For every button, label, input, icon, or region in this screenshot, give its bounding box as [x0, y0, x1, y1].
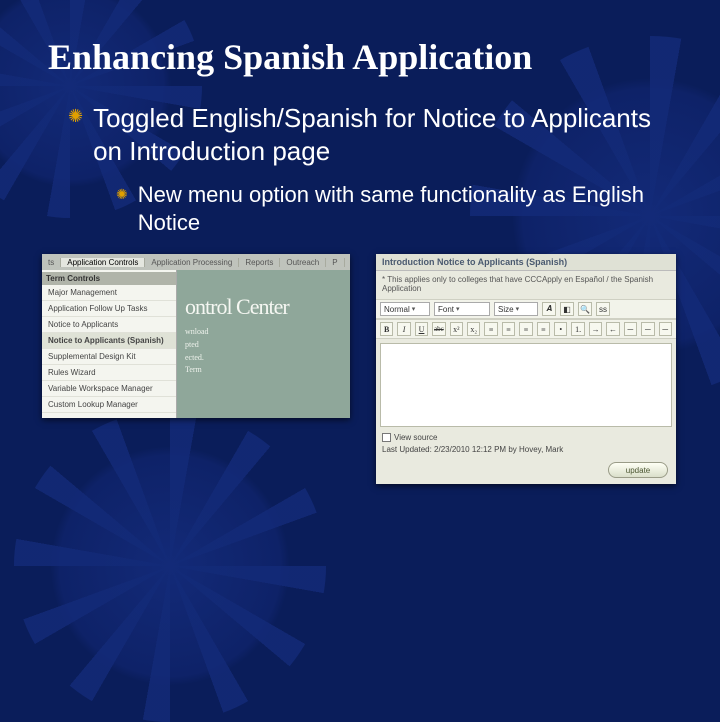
tab-item[interactable]: P: [326, 258, 344, 267]
hr-icon[interactable]: ─: [624, 322, 637, 336]
italic-icon[interactable]: I: [397, 322, 410, 336]
sidebar-item[interactable]: Custom Lookup Manager: [42, 397, 176, 413]
sidebar-item[interactable]: Variable Workspace Manager: [42, 381, 176, 397]
number-list-icon[interactable]: 1.: [571, 322, 584, 336]
preview-heading: ontrol Center: [185, 294, 342, 320]
view-source-label: View source: [394, 433, 437, 442]
bullet-icon: ✺: [116, 181, 128, 236]
bold-icon[interactable]: B: [380, 322, 393, 336]
style-select[interactable]: Normal▾: [380, 302, 430, 316]
screenshot-rich-text-editor: Introduction Notice to Applicants (Spani…: [376, 254, 676, 484]
sidebar-item[interactable]: Rules Wizard: [42, 365, 176, 381]
sidebar-item[interactable]: Notice to Applicants: [42, 317, 176, 333]
update-button[interactable]: update: [608, 462, 668, 478]
tab-item[interactable]: Reports: [239, 258, 280, 267]
view-source-checkbox[interactable]: View source: [382, 433, 670, 442]
bullet-level1-text: Toggled English/Spanish for Notice to Ap…: [93, 102, 668, 167]
preview-line: pted: [185, 339, 342, 352]
align-left-icon[interactable]: ≡: [484, 322, 497, 336]
sidebar-item[interactable]: Major Management: [42, 285, 176, 301]
editor-toolbar-row2: B I U abc x² x₂ ≡ ≡ ≡ ≡ • 1. → ← ─ ─ ─: [376, 319, 676, 339]
tab-item[interactable]: Outreach: [280, 258, 326, 267]
toolbar-icon[interactable]: 🔍: [578, 302, 592, 316]
sidebar-item[interactable]: Application Follow Up Tasks: [42, 301, 176, 317]
bullet-list-icon[interactable]: •: [554, 322, 567, 336]
bullet-icon: ✺: [68, 102, 83, 167]
font-select[interactable]: Font▾: [434, 302, 490, 316]
preview-line: Term: [185, 364, 342, 377]
sidebar-menu: Term Controls Major Management Applicati…: [42, 270, 177, 418]
checkbox-icon: [382, 433, 391, 442]
editor-subtitle: * This applies only to colleges that hav…: [376, 271, 676, 299]
editor-textarea[interactable]: [380, 343, 672, 427]
subscript-icon[interactable]: x₂: [467, 322, 480, 336]
sidebar-section-header: Term Controls: [42, 272, 176, 285]
underline-icon[interactable]: U: [415, 322, 428, 336]
sidebar-item-notice-spanish[interactable]: Notice to Applicants (Spanish): [42, 333, 176, 349]
toolbar-icon[interactable]: ◧: [560, 302, 574, 316]
tab-item[interactable]: Application Controls: [61, 258, 145, 267]
align-right-icon[interactable]: ≡: [519, 322, 532, 336]
preview-line: ected.: [185, 352, 342, 365]
bullet-level2-text: New menu option with same functionality …: [138, 181, 656, 236]
slide-title: Enhancing Spanish Application: [48, 36, 720, 78]
strike-icon[interactable]: abc: [432, 322, 445, 336]
toolbar-icon[interactable]: ss: [596, 302, 610, 316]
sidebar-item[interactable]: Supplemental Design Kit: [42, 349, 176, 365]
editor-toolbar-row1: Normal▾ Font▾ Size▾ 𝑨 ◧ 🔍 ss: [376, 299, 676, 319]
menu-tab-strip: ts Application Controls Application Proc…: [42, 254, 350, 270]
toolbar-icon[interactable]: ─: [659, 322, 672, 336]
screenshot-menu-panel: ts Application Controls Application Proc…: [42, 254, 350, 418]
outdent-icon[interactable]: ←: [606, 322, 619, 336]
editor-title: Introduction Notice to Applicants (Spani…: [376, 254, 676, 271]
tab-item[interactable]: Application Processing: [145, 258, 239, 267]
size-select[interactable]: Size▾: [494, 302, 538, 316]
indent-icon[interactable]: →: [589, 322, 602, 336]
superscript-icon[interactable]: x²: [450, 322, 463, 336]
toolbar-icon[interactable]: 𝑨: [542, 302, 556, 316]
tab-item[interactable]: ts: [42, 258, 61, 267]
align-justify-icon[interactable]: ≡: [537, 322, 550, 336]
content-preview-pane: ontrol Center wnload pted ected. Term: [177, 270, 350, 418]
toolbar-icon[interactable]: ─: [641, 322, 654, 336]
align-center-icon[interactable]: ≡: [502, 322, 515, 336]
preview-line: wnload: [185, 326, 342, 339]
last-updated-text: Last Updated: 2/23/2010 12:12 PM by Hove…: [382, 445, 670, 454]
